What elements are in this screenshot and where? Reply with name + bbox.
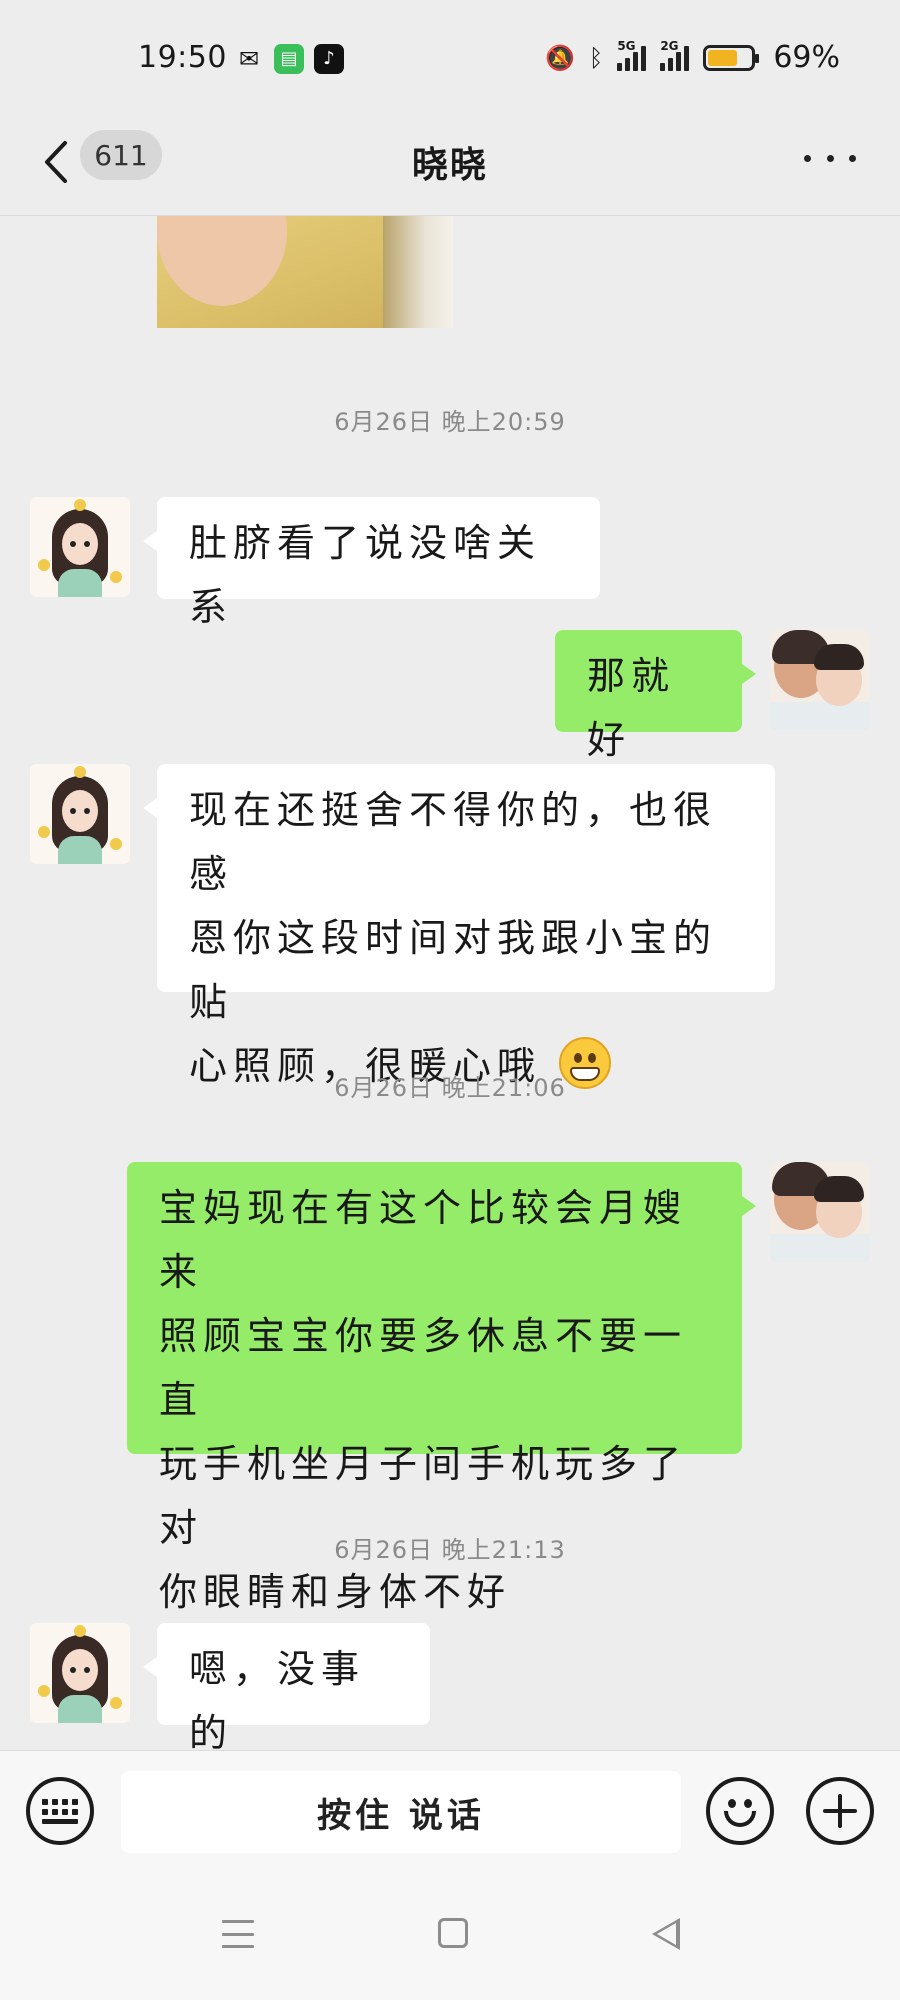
outgoing-message-bubble[interactable]: 宝妈现在有这个比较会月嫂来 照顾宝宝你要多休息不要一直 玩手机坐月子间手机玩多了… bbox=[127, 1162, 756, 1614]
signal-5g-icon: 5G bbox=[617, 39, 647, 71]
message-text-line: 你眼睛和身体不好 bbox=[159, 1570, 512, 1614]
message-text: 嗯，没事的 bbox=[189, 1647, 366, 1755]
message-text-line: 照顾宝宝你要多休息不要一直 bbox=[159, 1314, 688, 1422]
message-timestamp: 6月26日 晚上21:13 bbox=[334, 1536, 566, 1564]
keyboard-toggle-button[interactable] bbox=[26, 1777, 94, 1845]
message-text: 那就好 bbox=[587, 654, 676, 762]
incoming-message-bubble[interactable]: 现在还挺舍不得你的，也很感 恩你这段时间对我跟小宝的贴 心照顾，很暖心哦 bbox=[143, 764, 775, 1089]
incoming-message-bubble[interactable]: 嗯，没事的 bbox=[143, 1623, 430, 1755]
chat-input-bar: 按住 说话 bbox=[0, 1750, 900, 1872]
mute-icon: 🔕 bbox=[545, 43, 575, 72]
status-indicators: 🔕 ᛒ 5G 2G 69% bbox=[545, 39, 840, 76]
emoji-button[interactable] bbox=[706, 1777, 774, 1845]
tiktok-icon: ♪ bbox=[314, 44, 344, 74]
system-nav-bar bbox=[0, 1872, 900, 2000]
wechat-icon: ✉ bbox=[238, 45, 260, 73]
signal-2g-icon: 2G bbox=[660, 39, 690, 71]
battery-icon bbox=[703, 44, 760, 71]
message-timestamp: 6月26日 晚上21:06 bbox=[334, 1074, 566, 1102]
message-text-line: 宝妈现在有这个比较会月嫂来 bbox=[159, 1186, 688, 1294]
smiley-icon bbox=[710, 1781, 770, 1841]
contact-avatar[interactable] bbox=[30, 1623, 130, 1723]
message-text-line: 现在还挺舍不得你的，也很感 bbox=[189, 788, 718, 896]
messages-icon: ▤ bbox=[274, 44, 304, 74]
user-avatar[interactable] bbox=[770, 1162, 870, 1262]
message-text-line: 恩你这段时间对我跟小宝的贴 bbox=[189, 916, 718, 1024]
back-triangle-icon[interactable] bbox=[652, 1918, 680, 1950]
chat-header: 611 晓晓 bbox=[0, 120, 900, 216]
user-avatar[interactable] bbox=[770, 630, 870, 730]
home-icon[interactable] bbox=[438, 1918, 468, 1948]
more-options-button[interactable] bbox=[804, 138, 856, 178]
message-timestamp: 6月26日 晚上20:59 bbox=[334, 408, 566, 436]
image-message[interactable] bbox=[157, 216, 453, 328]
bluetooth-icon: ᛒ bbox=[588, 43, 604, 72]
more-functions-button[interactable] bbox=[806, 1777, 874, 1845]
message-text: 肚脐看了说没啥关系 bbox=[189, 521, 542, 629]
keyboard-icon bbox=[42, 1798, 78, 1824]
outgoing-message-bubble[interactable]: 那就好 bbox=[555, 630, 756, 762]
incoming-message-bubble[interactable]: 肚脐看了说没啥关系 bbox=[143, 497, 600, 629]
chat-title: 晓晓 bbox=[411, 145, 488, 186]
battery-percent: 69% bbox=[773, 40, 840, 75]
hold-to-talk-button[interactable]: 按住 说话 bbox=[121, 1771, 681, 1853]
notification-icons: ✉ ▤ ♪ bbox=[234, 44, 344, 74]
contact-avatar[interactable] bbox=[30, 764, 130, 864]
status-time: 19:50 bbox=[138, 40, 227, 75]
status-bar: 19:50 ✉ ▤ ♪ 🔕 ᛒ 5G 2G 69% bbox=[0, 0, 900, 120]
contact-avatar[interactable] bbox=[30, 497, 130, 597]
recent-apps-icon[interactable] bbox=[222, 1920, 254, 1948]
